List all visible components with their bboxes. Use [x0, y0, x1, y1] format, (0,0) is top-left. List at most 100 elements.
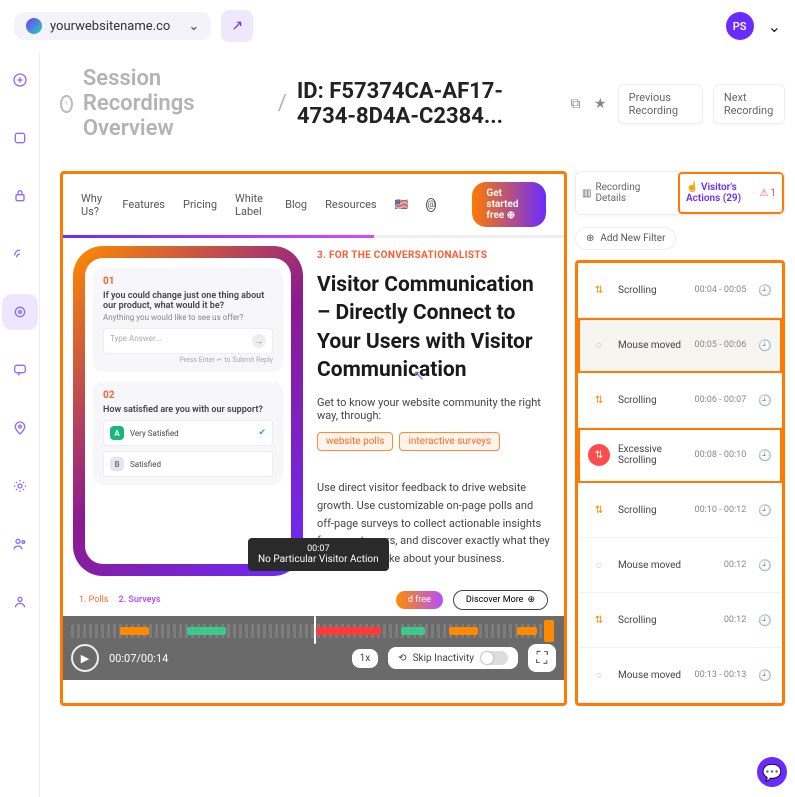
- surveys-tab[interactable]: 2. Surveys: [118, 595, 160, 605]
- clock-icon: 🕘: [758, 449, 772, 462]
- timeline-tooltip: 00:07 No Particular Visitor Action: [248, 538, 389, 571]
- plus-icon: ⊕: [586, 233, 594, 244]
- pointer-icon: ☝: [686, 182, 698, 193]
- flag-icon[interactable]: 🇺🇸: [395, 198, 409, 211]
- add-filter-button[interactable]: ⊕ Add New Filter: [575, 227, 676, 250]
- action-row[interactable]: ⇅Scrolling00:04 - 00:05🕘: [578, 263, 782, 318]
- nav-features[interactable]: Features: [122, 198, 165, 211]
- sidebar-rail: [0, 52, 40, 797]
- clock-icon: 🕘: [758, 394, 772, 407]
- toggle-switch[interactable]: [480, 651, 508, 665]
- action-timestamp: 00:12: [724, 615, 746, 625]
- action-row[interactable]: ◌Mouse moved00:05 - 00:06🕘: [578, 318, 782, 373]
- avatar[interactable]: PS: [726, 12, 754, 40]
- action-row[interactable]: ◌Mouse moved00:12🕘: [578, 538, 782, 593]
- action-row[interactable]: ⇅ Scrolling 00:06 - 00:07 🕘: [578, 373, 782, 428]
- fullscreen-button[interactable]: ⛶: [528, 644, 556, 672]
- action-timestamp: 00:13 - 00:13: [695, 670, 747, 680]
- action-label: Mouse moved: [618, 340, 687, 351]
- action-timestamp: 00:10 - 00:12: [695, 505, 747, 515]
- action-label: Mouse moved: [618, 560, 716, 571]
- rail-user[interactable]: [2, 584, 38, 620]
- bc-recording-id: ID: F57374CA-AF17-4734-8D4A-C2384...: [297, 79, 558, 129]
- device-mockup: 01 If you could change just one thing ab…: [73, 246, 303, 576]
- clock-icon: 🕘: [758, 339, 772, 352]
- get-started-button[interactable]: Get started free ⊕: [472, 182, 546, 227]
- site-selector[interactable]: yourwebsitename.co ⌄: [14, 12, 211, 40]
- clock-icon: 🕘: [758, 504, 772, 517]
- errors-count[interactable]: ⚠1: [759, 188, 776, 199]
- free-button[interactable]: d free: [396, 591, 443, 609]
- tab-recording-details[interactable]: ▥ Recording Details: [576, 172, 678, 214]
- scrubber-handle[interactable]: [544, 620, 554, 642]
- rail-add[interactable]: [2, 62, 38, 98]
- open-external-button[interactable]: ↗: [221, 10, 253, 42]
- discover-more-button[interactable]: Discover More ⊕: [453, 590, 548, 610]
- rail-privacy[interactable]: [2, 178, 38, 214]
- tag-polls[interactable]: website polls: [317, 432, 393, 451]
- recorded-site-nav: Why Us? Features Pricing White Label Blo…: [63, 174, 564, 235]
- next-recording-button[interactable]: Next Recording: [713, 84, 785, 124]
- back-button[interactable]: ‹: [60, 95, 73, 113]
- at-icon[interactable]: @: [426, 198, 436, 212]
- bug-icon: ⚠: [759, 188, 768, 199]
- rail-settings[interactable]: [2, 468, 38, 504]
- skip-inactivity-toggle[interactable]: ⟲ Skip Inactivity: [388, 647, 518, 669]
- help-button[interactable]: 💬: [757, 757, 787, 787]
- breadcrumb: ‹ Session Recordings Overview / ID: F573…: [60, 66, 785, 141]
- nav-why[interactable]: Why Us?: [81, 192, 104, 218]
- clock-icon: 🕘: [758, 559, 772, 572]
- eyebrow: 3. FOR THE CONVERSATIONALISTS: [317, 250, 550, 261]
- action-row[interactable]: ⇅Excessive Scrolling00:08 - 00:10🕘: [578, 428, 782, 483]
- scroll-icon: ⇅: [588, 609, 610, 631]
- action-label: Excessive Scrolling: [618, 444, 687, 466]
- action-label: Scrolling: [618, 505, 687, 516]
- action-row[interactable]: ⇅Scrolling00:12🕘: [578, 593, 782, 648]
- tab-visitor-actions[interactable]: ☝ Visitor's Actions (29) · ⚠1: [678, 172, 784, 214]
- topbar: yourwebsitename.co ⌄ ↗ PS ⌄: [0, 0, 795, 52]
- tag-surveys[interactable]: interactive surveys: [399, 432, 500, 451]
- nav-resources[interactable]: Resources: [325, 198, 377, 211]
- action-label: Scrolling: [618, 395, 687, 406]
- polls-tab[interactable]: 1. Polls: [79, 595, 108, 605]
- player-panel: Why Us? Features Pricing White Label Blo…: [60, 171, 567, 706]
- rail-users[interactable]: [2, 526, 38, 562]
- details-icon: ▥: [582, 188, 591, 199]
- star-icon[interactable]: ★: [593, 93, 608, 115]
- chat-icon: 💬: [762, 763, 782, 782]
- rail-location[interactable]: [2, 410, 38, 446]
- nav-pricing[interactable]: Pricing: [183, 198, 217, 211]
- play-button[interactable]: ▶: [71, 644, 99, 672]
- speed-button[interactable]: 1x: [352, 649, 379, 668]
- timeline-track[interactable]: [71, 624, 556, 638]
- time-display: 00:07/00:14: [109, 652, 168, 665]
- rail-recordings[interactable]: [2, 294, 38, 330]
- playhead[interactable]: [314, 616, 316, 644]
- actions-list: ⇅Scrolling00:04 - 00:05🕘◌Mouse moved00:0…: [575, 260, 785, 706]
- bc-overview[interactable]: Session Recordings Overview: [83, 66, 268, 141]
- nav-blog[interactable]: Blog: [285, 198, 307, 211]
- action-label: Mouse moved: [618, 670, 687, 681]
- nav-white[interactable]: White Label: [235, 192, 267, 218]
- side-panel: ▥ Recording Details ☝ Visitor's Actions …: [575, 171, 785, 706]
- action-row[interactable]: ⇅Scrolling00:10 - 00:12🕘: [578, 483, 782, 538]
- clock-icon: 🕘: [758, 284, 772, 297]
- site-name: yourwebsitename.co: [50, 19, 170, 34]
- external-link-icon: ↗: [231, 18, 243, 34]
- action-row[interactable]: ◌Mouse moved00:13 - 00:13🕘: [578, 648, 782, 703]
- mouse-icon: ◌: [588, 664, 610, 686]
- rail-chat[interactable]: [2, 352, 38, 388]
- action-timestamp: 00:06 - 00:07: [695, 395, 747, 405]
- scroll-icon: ⇅: [588, 279, 610, 301]
- rail-dashboard[interactable]: [2, 120, 38, 156]
- prev-recording-button[interactable]: Previous Recording: [618, 84, 703, 124]
- recorded-cursor-icon: ↖: [413, 368, 425, 384]
- action-timestamp: 00:05 - 00:06: [695, 340, 747, 350]
- copy-icon[interactable]: ⧉: [568, 93, 583, 115]
- rail-analytics[interactable]: [2, 236, 38, 272]
- skip-icon: ⟲: [398, 653, 406, 664]
- action-label: Scrolling: [618, 615, 716, 626]
- scroll-icon: ⇅: [588, 389, 610, 411]
- avatar-chevron-icon: ⌄: [768, 17, 781, 36]
- action-label: Scrolling: [618, 285, 687, 296]
